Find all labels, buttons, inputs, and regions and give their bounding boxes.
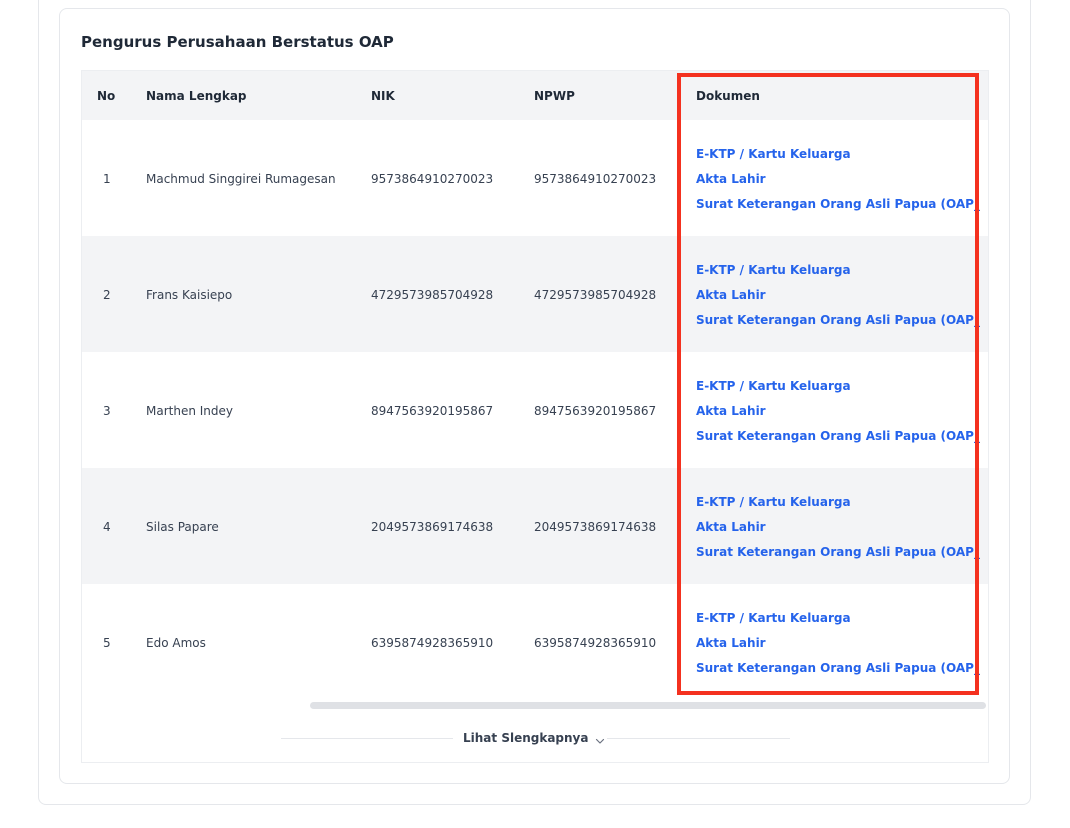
cell-no: 1 bbox=[103, 172, 111, 186]
table-row: 3 Marthen Indey 8947563920195867 8947563… bbox=[82, 352, 988, 468]
cell-no: 3 bbox=[103, 404, 111, 418]
table-row: 2 Frans Kaisiepo 4729573985704928 472957… bbox=[82, 236, 988, 352]
cell-nik: 8947563920195867 bbox=[371, 404, 494, 418]
doc-link-surat-oap[interactable]: Surat Keterangan Orang Asli Papua (OAP_ bbox=[696, 313, 980, 327]
doc-link-akta-lahir[interactable]: Akta Lahir bbox=[696, 636, 766, 650]
doc-link-ektp[interactable]: E-KTP / Kartu Keluarga bbox=[696, 495, 851, 509]
doc-link-akta-lahir[interactable]: Akta Lahir bbox=[696, 172, 766, 186]
cell-npwp: 8947563920195867 bbox=[534, 404, 657, 418]
header-nik: NIK bbox=[371, 89, 395, 103]
doc-link-ektp[interactable]: E-KTP / Kartu Keluarga bbox=[696, 263, 851, 277]
table-row: 5 Edo Amos 6395874928365910 639587492836… bbox=[82, 584, 988, 700]
header-docs: Dokumen bbox=[696, 89, 760, 103]
doc-link-ektp[interactable]: E-KTP / Kartu Keluarga bbox=[696, 147, 851, 161]
cell-no: 5 bbox=[103, 636, 111, 650]
cell-name: Frans Kaisiepo bbox=[146, 288, 233, 302]
cell-nik: 9573864910270023 bbox=[371, 172, 494, 186]
doc-link-ektp[interactable]: E-KTP / Kartu Keluarga bbox=[696, 379, 851, 393]
doc-link-ektp[interactable]: E-KTP / Kartu Keluarga bbox=[696, 611, 851, 625]
divider-line bbox=[607, 738, 790, 739]
table-header-row: No Nama Lengkap NIK NPWP Dokumen bbox=[82, 71, 988, 120]
cell-no: 2 bbox=[103, 288, 111, 302]
header-name: Nama Lengkap bbox=[146, 89, 247, 103]
doc-link-surat-oap[interactable]: Surat Keterangan Orang Asli Papua (OAP_ bbox=[696, 197, 980, 211]
cell-no: 4 bbox=[103, 520, 111, 534]
cell-npwp: 9573864910270023 bbox=[534, 172, 657, 186]
board-table: No Nama Lengkap NIK NPWP Dokumen 1 Machm… bbox=[81, 70, 989, 763]
see-more-label: Lihat Slengkapnya bbox=[463, 731, 589, 745]
header-no: No bbox=[97, 89, 116, 103]
cell-name: Edo Amos bbox=[146, 636, 206, 650]
doc-link-akta-lahir[interactable]: Akta Lahir bbox=[696, 404, 766, 418]
cell-npwp: 6395874928365910 bbox=[534, 636, 657, 650]
section-title: Pengurus Perusahaan Berstatus OAP bbox=[81, 33, 394, 51]
doc-link-surat-oap[interactable]: Surat Keterangan Orang Asli Papua (OAP_ bbox=[696, 661, 980, 675]
cell-nik: 2049573869174638 bbox=[371, 520, 494, 534]
header-npwp: NPWP bbox=[534, 89, 575, 103]
table-row: 4 Silas Papare 2049573869174638 20495738… bbox=[82, 468, 988, 584]
see-more-button[interactable]: Lihat Slengkapnya bbox=[463, 729, 606, 747]
chevron-down-icon bbox=[594, 732, 606, 744]
cell-npwp: 2049573869174638 bbox=[534, 520, 657, 534]
cell-nik: 4729573985704928 bbox=[371, 288, 494, 302]
horizontal-scrollbar-thumb[interactable] bbox=[310, 702, 986, 709]
doc-link-akta-lahir[interactable]: Akta Lahir bbox=[696, 288, 766, 302]
cell-name: Marthen Indey bbox=[146, 404, 233, 418]
divider-line bbox=[281, 738, 453, 739]
table-row: 1 Machmud Singgirei Rumagesan 9573864910… bbox=[82, 120, 988, 236]
cell-npwp: 4729573985704928 bbox=[534, 288, 657, 302]
cell-name: Silas Papare bbox=[146, 520, 219, 534]
doc-link-akta-lahir[interactable]: Akta Lahir bbox=[696, 520, 766, 534]
cell-nik: 6395874928365910 bbox=[371, 636, 494, 650]
doc-link-surat-oap[interactable]: Surat Keterangan Orang Asli Papua (OAP_ bbox=[696, 429, 980, 443]
cell-name: Machmud Singgirei Rumagesan bbox=[146, 172, 336, 186]
doc-link-surat-oap[interactable]: Surat Keterangan Orang Asli Papua (OAP_ bbox=[696, 545, 980, 559]
